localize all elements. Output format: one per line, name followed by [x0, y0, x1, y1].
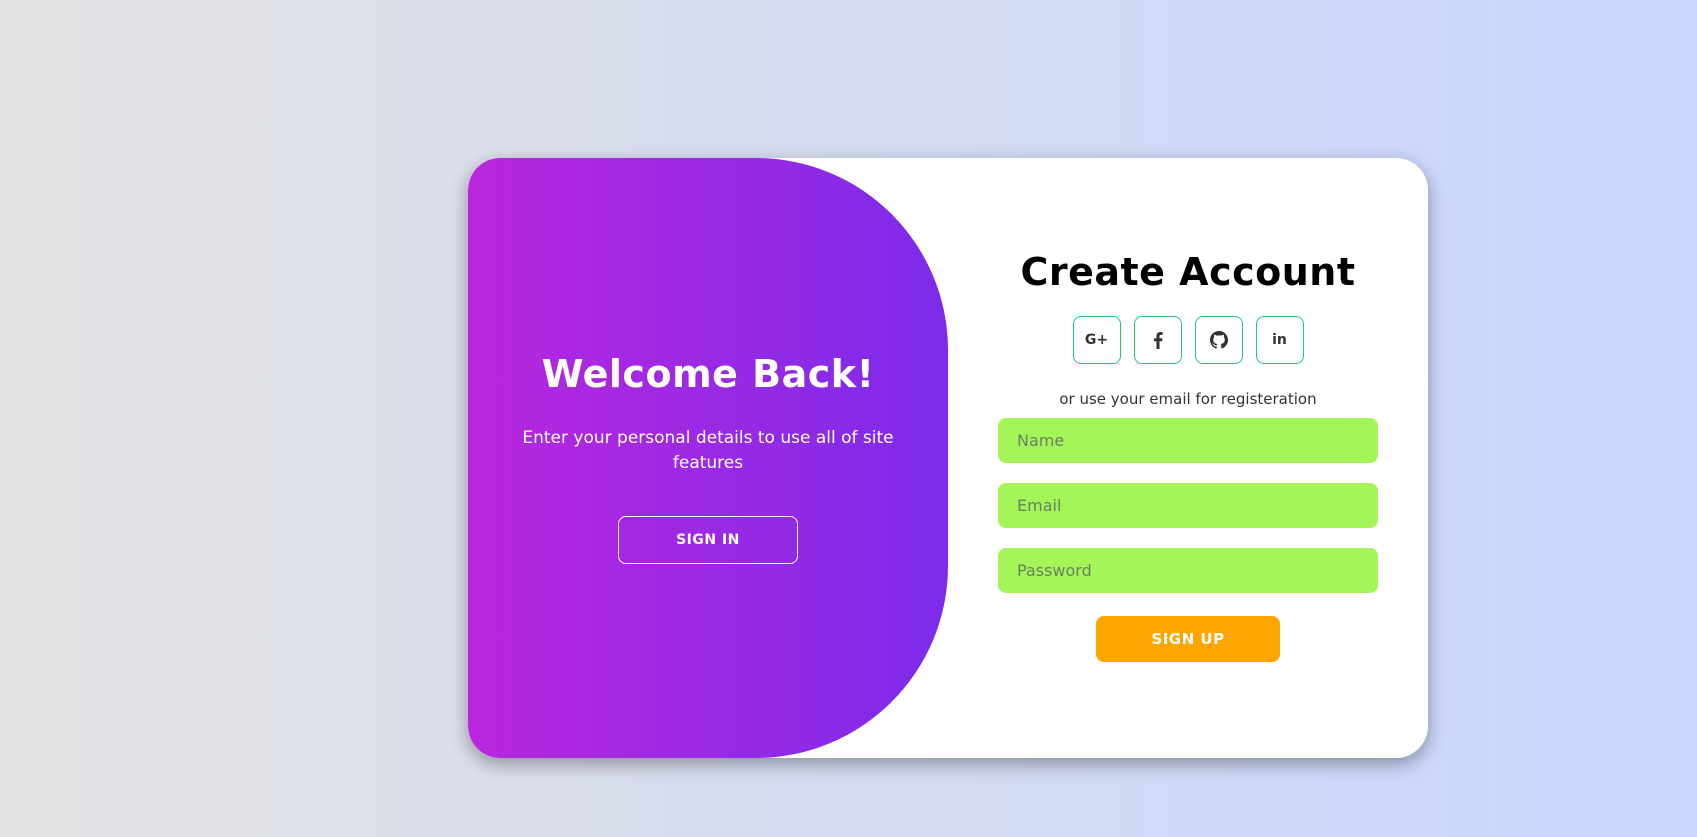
google-plus-button[interactable]: G+	[1072, 316, 1121, 364]
github-icon	[1209, 331, 1228, 349]
linkedin-icon: in	[1272, 332, 1287, 348]
linkedin-button[interactable]: in	[1255, 316, 1304, 364]
github-button[interactable]	[1194, 316, 1243, 364]
facebook-icon	[1153, 331, 1163, 349]
welcome-panel: Welcome Back! Enter your personal detail…	[468, 158, 948, 758]
facebook-button[interactable]	[1133, 316, 1182, 364]
sign-up-form: Create Account G+ in or use your email f…	[998, 158, 1378, 758]
sign-up-panel: Create Account G+ in or use your email f…	[948, 158, 1428, 758]
sign-up-button[interactable]: SIGN UP	[1096, 616, 1280, 662]
auth-card: Welcome Back! Enter your personal detail…	[468, 158, 1428, 758]
welcome-title: Welcome Back!	[541, 352, 875, 396]
google-plus-icon: G+	[1084, 332, 1109, 348]
email-input[interactable]	[998, 483, 1378, 528]
password-input[interactable]	[998, 548, 1378, 593]
welcome-description: Enter your personal details to use all o…	[522, 428, 894, 473]
sign-in-button[interactable]: SIGN IN	[618, 516, 798, 564]
create-account-title: Create Account	[1020, 250, 1356, 294]
name-input[interactable]	[998, 418, 1378, 463]
social-icons-row: G+ in	[1072, 316, 1304, 364]
email-registration-hint: or use your email for registeration	[1059, 390, 1317, 408]
